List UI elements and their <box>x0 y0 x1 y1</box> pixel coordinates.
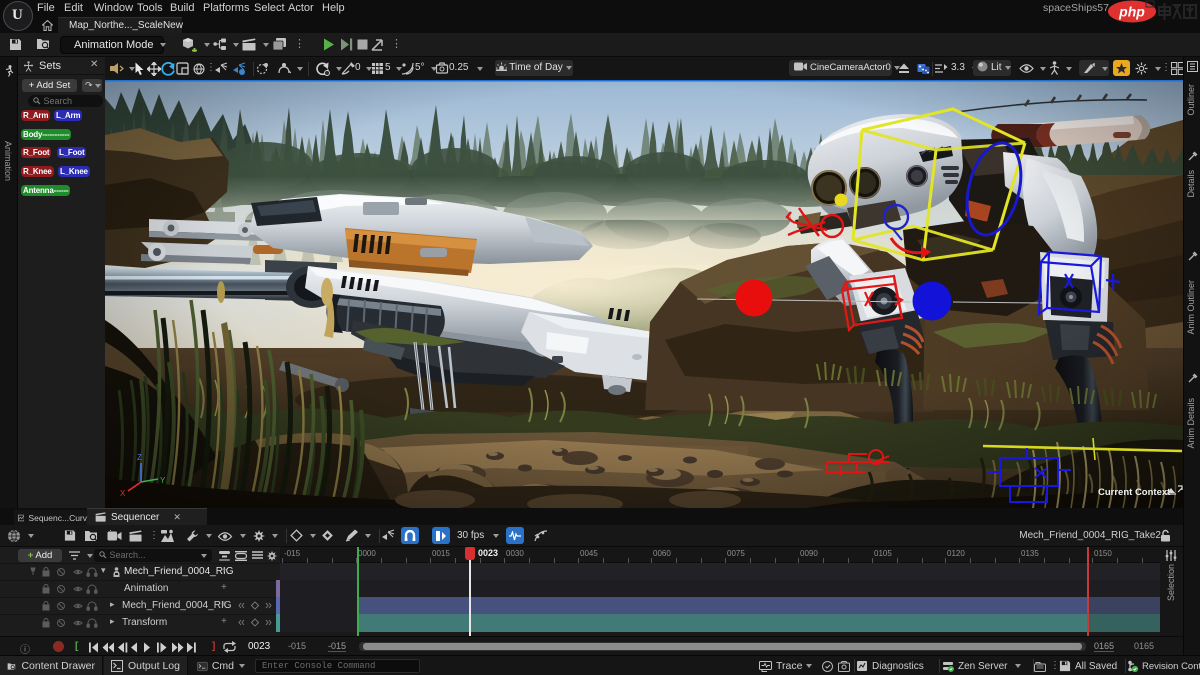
svg-text:Y: Y <box>160 476 166 485</box>
svg-text:X: X <box>120 489 126 498</box>
svg-text:Current Context: Current Context <box>1098 487 1171 498</box>
svg-text:php: php <box>1118 4 1145 20</box>
svg-text:Z: Z <box>137 453 142 462</box>
